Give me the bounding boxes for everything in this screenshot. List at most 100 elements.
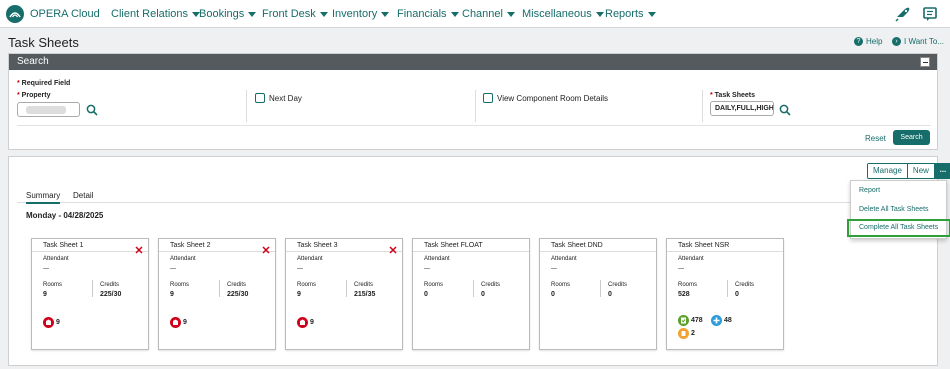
task-sheet-card[interactable]: Task Sheet FLOAT Attendant — Rooms 0 Cre… [412, 238, 530, 350]
rooms-label: Rooms [678, 282, 698, 288]
collapse-icon[interactable] [920, 57, 930, 67]
attendant-value: — [43, 266, 49, 272]
credits-value: 0 [735, 291, 739, 298]
menu-item-complete-all[interactable]: Complete All Task Sheets [847, 219, 950, 237]
task-sheet-title: Task Sheet 1 [32, 239, 148, 252]
close-icon[interactable] [262, 241, 270, 254]
nav-bookings[interactable]: Bookings [199, 0, 257, 28]
close-icon[interactable] [389, 241, 397, 254]
task-sheet-card[interactable]: Task Sheet 3 Attendant — Rooms 9 Credits… [285, 238, 403, 350]
property-search-icon[interactable] [86, 103, 98, 116]
divider [17, 125, 931, 126]
chat-icon[interactable] [920, 4, 940, 24]
task-sheets-search-icon[interactable] [779, 103, 791, 116]
divider [475, 90, 476, 122]
more-actions-button[interactable]: ... [934, 164, 950, 178]
tab-bar: Summary Detail [17, 187, 939, 204]
rooms-label: Rooms [297, 282, 317, 288]
divider [346, 280, 347, 297]
nav-channel[interactable]: Channel [462, 0, 515, 28]
next-day-label: Next Day [269, 94, 302, 103]
task-sheet-card[interactable]: Task Sheet DND Attendant — Rooms 0 Credi… [539, 238, 657, 350]
nav-miscellaneous[interactable]: Miscellaneous [522, 0, 604, 28]
rooms-value: 9 [297, 291, 301, 298]
task-sheet-title: Task Sheet 3 [286, 239, 402, 252]
task-sheet-card[interactable]: Task Sheet 1 Attendant — Rooms 9 Credits… [31, 238, 149, 350]
attendant-label: Attendant [297, 256, 323, 262]
credits-value: 225/30 [227, 291, 249, 298]
attendant-label: Attendant [551, 256, 577, 262]
new-button[interactable]: New [907, 164, 935, 178]
rooms-value: 528 [678, 291, 690, 298]
task-sheet-title: Task Sheet FLOAT [413, 239, 529, 252]
task-sheet-card[interactable]: Task Sheet NSR Attendant — Rooms 528 Cre… [666, 238, 784, 350]
property-input[interactable] [17, 102, 80, 117]
nav-front-desk[interactable]: Front Desk [262, 0, 328, 28]
task-sheet-card[interactable]: Task Sheet 2 Attendant — Rooms 9 Credits… [158, 238, 276, 350]
nav-label: Channel [462, 8, 503, 20]
help-link[interactable]: ? Help [854, 37, 882, 46]
nav-label: Bookings [199, 8, 245, 20]
attendant-value: — [424, 266, 430, 272]
dirty-rooms-stat: 9 [170, 317, 187, 328]
attendant-value: — [170, 266, 176, 272]
nav-label: Reports [605, 8, 644, 20]
task-sheet-title: Task Sheet NSR [667, 239, 783, 252]
divider [727, 280, 728, 297]
dirty-room-icon [297, 317, 308, 328]
caret-down-icon [506, 11, 515, 17]
dirty-room-icon [43, 317, 54, 328]
credits-value: 0 [481, 291, 485, 298]
rooms-value: 9 [43, 291, 47, 298]
credits-label: Credits [608, 282, 628, 288]
reset-link[interactable]: Reset [865, 134, 886, 143]
opera-logo[interactable]: OPERA Cloud [6, 5, 100, 23]
rocket-icon[interactable] [893, 4, 913, 24]
view-component-checkbox[interactable] [483, 93, 493, 103]
rooms-label: Rooms [551, 282, 571, 288]
manage-button[interactable]: Manage [868, 164, 908, 178]
inspected-count: 48 [724, 317, 732, 324]
attendant-label: Attendant [678, 256, 704, 262]
page-title: Task Sheets [8, 35, 79, 50]
attendant-value: — [678, 266, 684, 272]
rooms-value: 0 [424, 291, 428, 298]
help-icon: ? [854, 37, 863, 46]
tab-summary[interactable]: Summary [26, 191, 61, 204]
rooms-value: 0 [551, 291, 555, 298]
i-want-to-link[interactable]: › I Want To... [892, 37, 944, 46]
search-panel: Search * Required Field * Property Next … [8, 53, 938, 150]
credits-label: Credits [481, 282, 501, 288]
action-button-group: Manage New ... [867, 163, 950, 179]
search-button[interactable]: Search [893, 130, 930, 145]
property-label: * Property [17, 92, 50, 99]
menu-item-report[interactable]: Report [859, 187, 880, 194]
menu-item-delete-all[interactable]: Delete All Task Sheets [859, 206, 929, 213]
help-label: Help [866, 37, 883, 46]
search-heading: Search [17, 56, 49, 67]
nav-reports[interactable]: Reports [605, 0, 656, 28]
credits-value: 215/35 [354, 291, 376, 298]
rooms-label: Rooms [43, 282, 63, 288]
task-sheets-input[interactable]: DAILY,FULL,HIGH [710, 101, 774, 116]
nav-financials[interactable]: Financials [397, 0, 459, 28]
search-header: Search [9, 54, 937, 70]
next-day-checkbox[interactable] [255, 93, 265, 103]
tab-detail[interactable]: Detail [73, 191, 93, 200]
pickup-room-icon [678, 328, 689, 339]
dirty-count: 9 [56, 319, 60, 326]
credits-label: Credits [100, 282, 120, 288]
nav-client-relations[interactable]: Client Relations [111, 0, 201, 28]
clean-rooms-stat: 478 [678, 315, 703, 326]
close-icon[interactable] [135, 241, 143, 254]
inspected-rooms-stat: 48 [711, 315, 732, 326]
task-sheet-title: Task Sheet DND [540, 239, 656, 252]
arrow-right-icon: › [892, 37, 901, 46]
nav-inventory[interactable]: Inventory [332, 0, 390, 28]
attendant-value: — [297, 266, 303, 272]
attendant-label: Attendant [43, 256, 69, 262]
credits-label: Credits [354, 282, 374, 288]
nav-label: Miscellaneous [522, 8, 592, 20]
credits-value: 225/30 [100, 291, 122, 298]
property-label-text: Property [21, 92, 51, 99]
